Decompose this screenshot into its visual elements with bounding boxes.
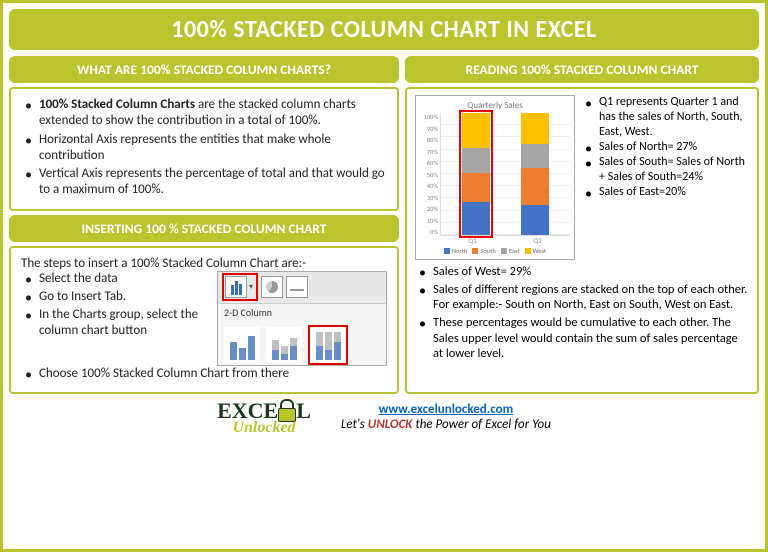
logo: EXCEL Unlocked — [217, 400, 311, 435]
read-bullet-3: Sales of South= Sales of North + Sales o… — [585, 155, 749, 185]
insert-step-3: In the Charts group, select the column c… — [25, 307, 211, 340]
insert-box: The steps to insert a 100% Stacked Colum… — [9, 246, 399, 394]
insert-step-1: Select the data — [25, 271, 211, 287]
pie-chart-icon — [261, 276, 283, 298]
what-bullet-2: Horizontal Axis represents the entities … — [25, 132, 387, 165]
read-bullet-4: Sales of East=20% — [585, 185, 749, 200]
stacked-100-column-option — [310, 327, 346, 363]
quarterly-sales-chart: Quarterly Sales 100%90%80%70%60%50%40%30… — [415, 95, 575, 260]
what-bullet-1: 100% Stacked Column Charts are the stack… — [25, 97, 387, 130]
padlock-icon — [278, 403, 296, 421]
what-box: 100% Stacked Column Charts are the stack… — [9, 87, 399, 211]
footer: EXCEL Unlocked www.excelunlocked.com Let… — [9, 400, 759, 435]
chart-legend: NorthSouthEastWest — [420, 247, 570, 255]
y-axis: 100%90%80%70%60%50%40%30%20%10%0% — [420, 113, 440, 236]
ribbon-section-label: 2-D Column — [218, 304, 386, 321]
read-bullet-1: Q1 represents Quarter 1 and has the sale… — [585, 95, 749, 140]
reading-box: Quarterly Sales 100%90%80%70%60%50%40%30… — [405, 87, 759, 394]
line-chart-icon — [286, 276, 308, 298]
insert-step-2: Go to Insert Tab. — [25, 289, 211, 305]
insert-header: INSERTING 100 % STACKED COLUMN CHART — [9, 215, 399, 242]
read-bullet-7: These percentages would be cumulative to… — [419, 315, 749, 362]
read-bullet-2: Sales of North= 27% — [585, 140, 749, 155]
ribbon-screenshot: ▾ 2-D Column — [217, 271, 387, 366]
clustered-column-option — [224, 327, 260, 363]
column-chart-button-highlight: ▾ — [222, 273, 258, 301]
page-title: 100% STACKED COLUMN CHART IN EXCEL — [9, 9, 759, 50]
insert-step-4: Choose 100% Stacked Column Chart from th… — [25, 366, 387, 382]
what-bullet-3: Vertical Axis represents the percentage … — [25, 166, 387, 199]
what-header: WHAT ARE 100% STACKED COLUMN CHARTS? — [9, 56, 399, 83]
plot-area — [440, 113, 570, 236]
stacked-column-option — [266, 327, 302, 363]
reading-header: READING 100% STACKED COLUMN CHART — [405, 56, 759, 83]
website-link[interactable]: www.excelunlocked.com — [379, 402, 514, 417]
chart-title: Quarterly Sales — [420, 100, 570, 111]
column-chart-icon — [225, 276, 247, 298]
read-bullet-6: Sales of different regions are stacked o… — [419, 282, 749, 313]
bar-Q2 — [521, 113, 549, 235]
bold-term: 100% Stacked Column Charts — [39, 97, 195, 112]
stacked-100-option-highlight — [308, 325, 348, 365]
read-bullet-5: Sales of West= 29% — [419, 264, 749, 280]
tagline: www.excelunlocked.com Let's UNLOCK the P… — [341, 402, 551, 432]
x-axis-labels: Q1Q2 — [420, 236, 570, 245]
insert-intro: The steps to insert a 100% Stacked Colum… — [21, 256, 387, 271]
bar-Q1 — [462, 113, 490, 235]
dropdown-icon: ▾ — [247, 282, 255, 292]
